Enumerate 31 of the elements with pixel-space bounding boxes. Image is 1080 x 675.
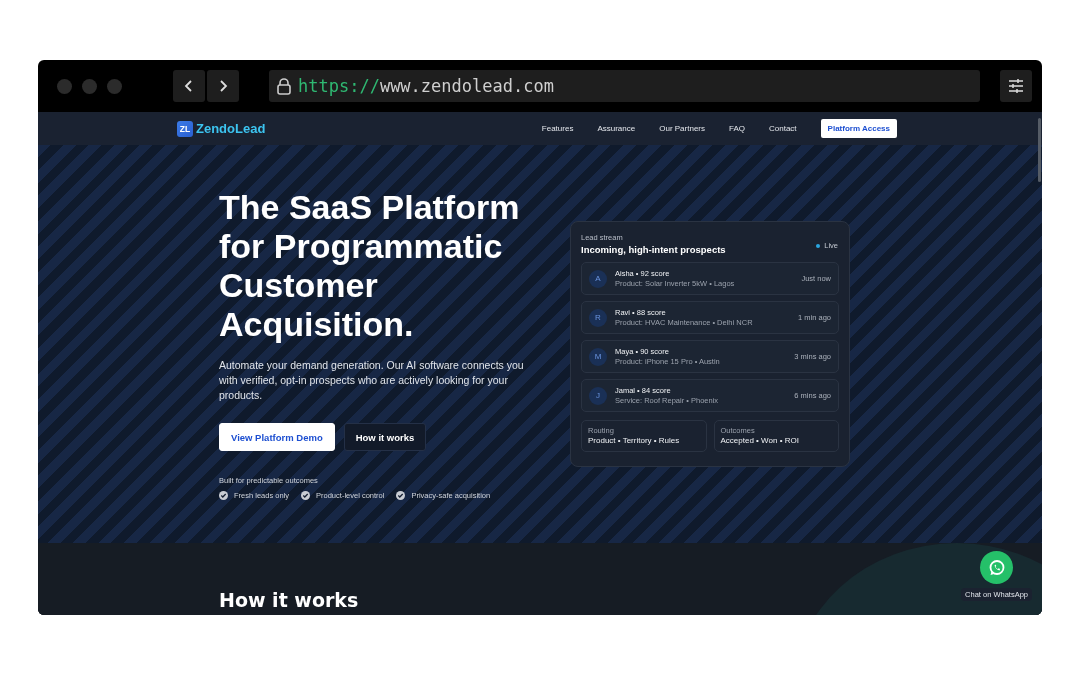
address-bar[interactable]: https://www.zendolead.com [269, 70, 980, 102]
nav-link[interactable]: Features [541, 124, 574, 133]
summary-value: Product • Territory • Rules [588, 436, 681, 445]
check-icon [301, 491, 311, 500]
settings-button[interactable] [1000, 70, 1032, 102]
whatsapp-icon [987, 558, 1006, 577]
hero-heading: The SaaS Platform for Programmatic Customer Acquisition. [219, 188, 520, 344]
lock-icon [277, 77, 291, 95]
check-icon [219, 491, 228, 500]
sliders-icon [1008, 79, 1024, 93]
how-it-works-button[interactable]: How it works [343, 423, 427, 451]
summary-value: Accepted • Won • ROI [720, 436, 800, 445]
nav-link[interactable]: Contact [769, 124, 797, 133]
status-dot [816, 243, 821, 248]
forward-button[interactable] [207, 70, 239, 102]
lead-avatar: J [589, 386, 607, 405]
logo-mark[interactable]: ZL [177, 120, 193, 137]
platform-access-button[interactable]: Platform Access [820, 119, 897, 138]
nav-link[interactable]: Assurance [597, 124, 636, 133]
nav-link[interactable]: Our Partners [659, 124, 705, 133]
back-button[interactable] [173, 70, 205, 102]
section-heading: How it works [219, 589, 359, 611]
nav-link[interactable]: FAQ [729, 124, 745, 133]
demo-button[interactable]: View Platform Demo [219, 423, 335, 451]
logo-text[interactable]: ZendoLead [196, 121, 266, 136]
card-title: Incoming, high-intent prospects [581, 244, 726, 255]
lead-avatar: A [589, 269, 607, 288]
hero-description: Automate your demand generation. Our AI software connects you with verified, opt-in prospects who are actively looking for your products. [219, 358, 525, 403]
lead-avatar: M [589, 347, 607, 366]
check-icon [396, 491, 406, 500]
lead-avatar: R [589, 308, 607, 327]
